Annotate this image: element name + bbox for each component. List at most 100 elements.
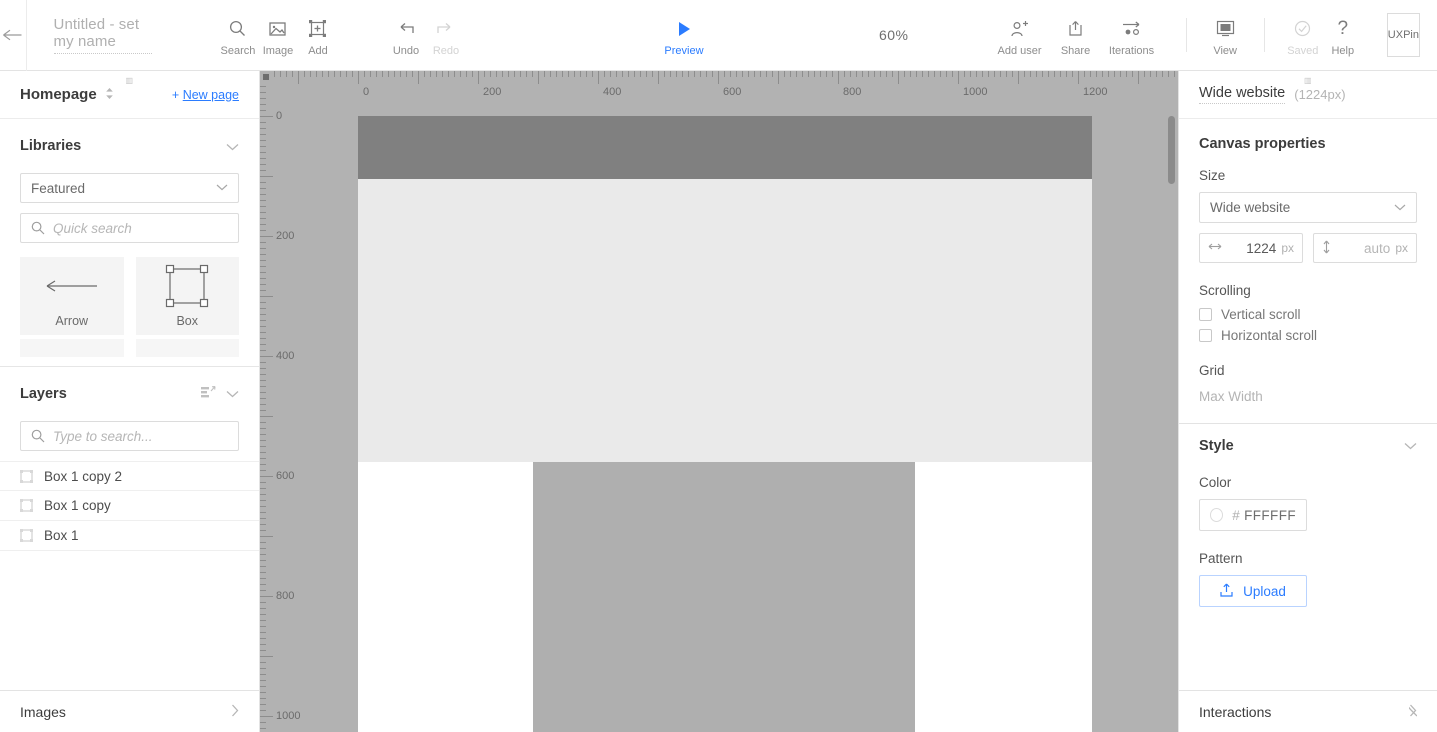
library-tile-partial[interactable]: [20, 339, 124, 357]
library-tile-partial[interactable]: [135, 339, 239, 357]
canvas-name[interactable]: Wide website: [1199, 85, 1286, 104]
canvas-width-input[interactable]: 1224 px: [1199, 233, 1303, 263]
canvas-shape-content-box[interactable]: [533, 462, 915, 732]
ruler-tick: [742, 71, 743, 77]
horizontal-ruler[interactable]: [260, 71, 1178, 85]
library-category-select[interactable]: Featured: [20, 173, 239, 203]
ruler-tick: [260, 716, 273, 717]
upload-icon: [1220, 583, 1233, 600]
library-tile-box[interactable]: Box: [135, 257, 239, 335]
images-label: Images: [20, 703, 66, 720]
canvas-vertical-scrollbar[interactable]: [1168, 116, 1175, 184]
chevron-right-icon: [231, 704, 239, 720]
image-button[interactable]: Image: [258, 14, 298, 57]
horizontal-scroll-checkbox[interactable]: [1199, 329, 1212, 342]
uxpin-logo[interactable]: UXPin: [1386, 13, 1420, 57]
ruler-tick: [340, 71, 341, 77]
box-layer-icon: [20, 499, 33, 512]
ruler-tick: [856, 71, 857, 77]
library-search-input[interactable]: Quick search: [20, 213, 239, 243]
grid-max-width-label[interactable]: Max Width: [1199, 389, 1417, 404]
color-input[interactable]: # FFFFFF: [1199, 499, 1307, 531]
ruler-tick: [604, 71, 605, 77]
ruler-tick: [260, 188, 266, 189]
current-page-name[interactable]: Homepage: [20, 86, 97, 103]
canvas-area[interactable]: 0 200 400 600 800 1000 1200 0 200 400 600 800 1000: [260, 71, 1178, 732]
ruler-tick: [260, 614, 266, 615]
add-button[interactable]: Add: [298, 14, 338, 57]
canvas-height-unit: px: [1395, 241, 1408, 255]
ruler-tick: [260, 182, 266, 183]
horizontal-scroll-checkbox-row[interactable]: Horizontal scroll: [1199, 328, 1417, 343]
ruler-tick: [940, 71, 941, 77]
ruler-tick: [260, 572, 266, 573]
canvas-height-input[interactable]: auto px: [1313, 233, 1417, 263]
color-label: Color: [1199, 475, 1232, 490]
images-section-button[interactable]: Images: [0, 690, 259, 732]
canvas-shape-hero-box[interactable]: [358, 179, 1092, 462]
layer-row[interactable]: Box 1 copy: [0, 491, 259, 521]
view-button[interactable]: View: [1205, 14, 1245, 57]
layers-section-header: Layers: [0, 367, 259, 421]
color-swatch[interactable]: [1210, 508, 1224, 522]
ruler-tick: [712, 71, 713, 77]
library-tile-arrow[interactable]: Arrow: [20, 257, 124, 335]
preview-button[interactable]: Preview: [664, 14, 704, 57]
canvas-size-select[interactable]: Wide website: [1199, 192, 1417, 223]
add-user-button[interactable]: Add user: [992, 14, 1048, 57]
ruler-tick: [472, 71, 473, 77]
layers-tools: [201, 385, 239, 404]
ruler-tick: [280, 71, 281, 77]
toolbar-history-group: Undo Redo: [386, 14, 466, 57]
ruler-tick: [1174, 71, 1175, 77]
zoom-level[interactable]: 60%: [879, 27, 909, 43]
arrow-left-icon: [3, 29, 22, 41]
layer-row[interactable]: Box 1: [0, 521, 259, 551]
ruler-origin-marker[interactable]: [263, 74, 269, 80]
panel-grip-icon[interactable]: ▥: [1304, 76, 1312, 85]
chevron-down-icon[interactable]: [1404, 438, 1417, 453]
ruler-tick: [592, 71, 593, 77]
ruler-tick: [922, 71, 923, 77]
redo-button[interactable]: Redo: [426, 14, 466, 57]
ruler-label: 1000: [963, 86, 988, 98]
share-button[interactable]: Share: [1048, 14, 1104, 57]
iterations-button[interactable]: Iterations: [1104, 14, 1160, 57]
page-switcher-icon[interactable]: [105, 87, 114, 102]
vertical-scroll-checkbox[interactable]: [1199, 308, 1212, 321]
color-hex-value: FFFFFF: [1244, 507, 1296, 523]
undo-button[interactable]: Undo: [386, 14, 426, 57]
ruler-tick: [916, 71, 917, 77]
ruler-tick: [946, 71, 947, 77]
ruler-tick: [260, 110, 266, 111]
right-panel-spacer: [1179, 613, 1437, 690]
toolbar-collab-group: Add user Share Iterations: [992, 14, 1160, 57]
back-button[interactable]: [0, 0, 26, 71]
layer-row[interactable]: Box 1 copy 2: [0, 461, 259, 491]
height-arrows-icon: [1322, 240, 1331, 257]
ruler-tick: [898, 71, 899, 84]
layers-search-input[interactable]: Type to search...: [20, 421, 239, 451]
upload-pattern-button[interactable]: Upload: [1199, 575, 1307, 607]
chevron-down-icon[interactable]: [226, 139, 239, 154]
ruler-tick: [838, 71, 839, 84]
document-title-input[interactable]: Untitled - set my name: [53, 16, 152, 54]
ruler-tick: [1036, 71, 1037, 77]
help-button[interactable]: ? Help: [1323, 14, 1363, 57]
panel-grip-icon[interactable]: ▥: [125, 76, 133, 85]
chevron-down-icon[interactable]: [226, 385, 239, 403]
ruler-tick: [260, 296, 273, 297]
interactions-section-button[interactable]: Interactions: [1179, 690, 1437, 732]
canvas-shape-header-bar[interactable]: [358, 116, 1092, 179]
ruler-tick: [260, 338, 266, 339]
vertical-ruler[interactable]: [260, 71, 274, 732]
ruler-tick: [260, 422, 266, 423]
vertical-scroll-checkbox-row[interactable]: Vertical scroll: [1199, 307, 1417, 322]
ruler-tick: [880, 71, 881, 77]
search-button[interactable]: Search: [218, 14, 258, 57]
new-page-button[interactable]: + New page: [172, 88, 239, 102]
design-stage[interactable]: [260, 71, 1178, 732]
canvas-dimensions: 1224 px auto px: [1199, 233, 1417, 263]
ruler-tick: [352, 71, 353, 77]
sort-layers-icon[interactable]: [201, 385, 217, 404]
